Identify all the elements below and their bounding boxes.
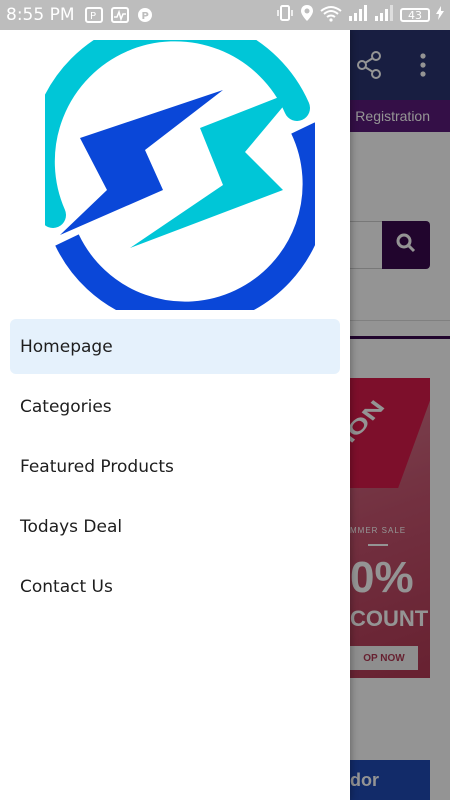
svg-text:P: P	[141, 11, 148, 22]
status-time: 8:55 PM	[6, 5, 75, 25]
drawer-item-categories[interactable]: Categories	[10, 379, 340, 434]
signal-icon	[374, 4, 394, 26]
drawer-item-label: Categories	[20, 396, 112, 417]
vibrate-icon	[276, 4, 294, 27]
drawer-menu: Homepage Categories Featured Products To…	[0, 319, 350, 619]
drawer-item-featured-products[interactable]: Featured Products	[10, 439, 340, 494]
drawer-item-label: Todays Deal	[20, 516, 123, 537]
drawer-item-homepage[interactable]: Homepage	[10, 319, 340, 374]
charging-icon	[436, 5, 444, 25]
drawer-item-label: Featured Products	[20, 456, 174, 477]
svg-text:P: P	[90, 11, 96, 22]
battery-icon: 43	[400, 8, 430, 22]
drawer-item-label: Homepage	[20, 336, 113, 357]
activity-icon	[110, 7, 129, 23]
drawer-item-label: Contact Us	[20, 576, 113, 597]
drawer-item-contact-us[interactable]: Contact Us	[10, 559, 340, 614]
location-icon	[300, 4, 314, 27]
wifi-icon	[320, 4, 342, 27]
lightning-bolt-logo-icon	[28, 15, 329, 328]
navigation-drawer: Homepage Categories Featured Products To…	[0, 15, 350, 800]
p-app-icon: P	[137, 7, 153, 23]
signal-icon	[348, 4, 368, 26]
status-bar: 8:55 PM P P 43	[0, 0, 450, 30]
drawer-item-todays-deal[interactable]: Todays Deal	[10, 499, 340, 554]
parking-app-icon: P	[84, 7, 103, 23]
